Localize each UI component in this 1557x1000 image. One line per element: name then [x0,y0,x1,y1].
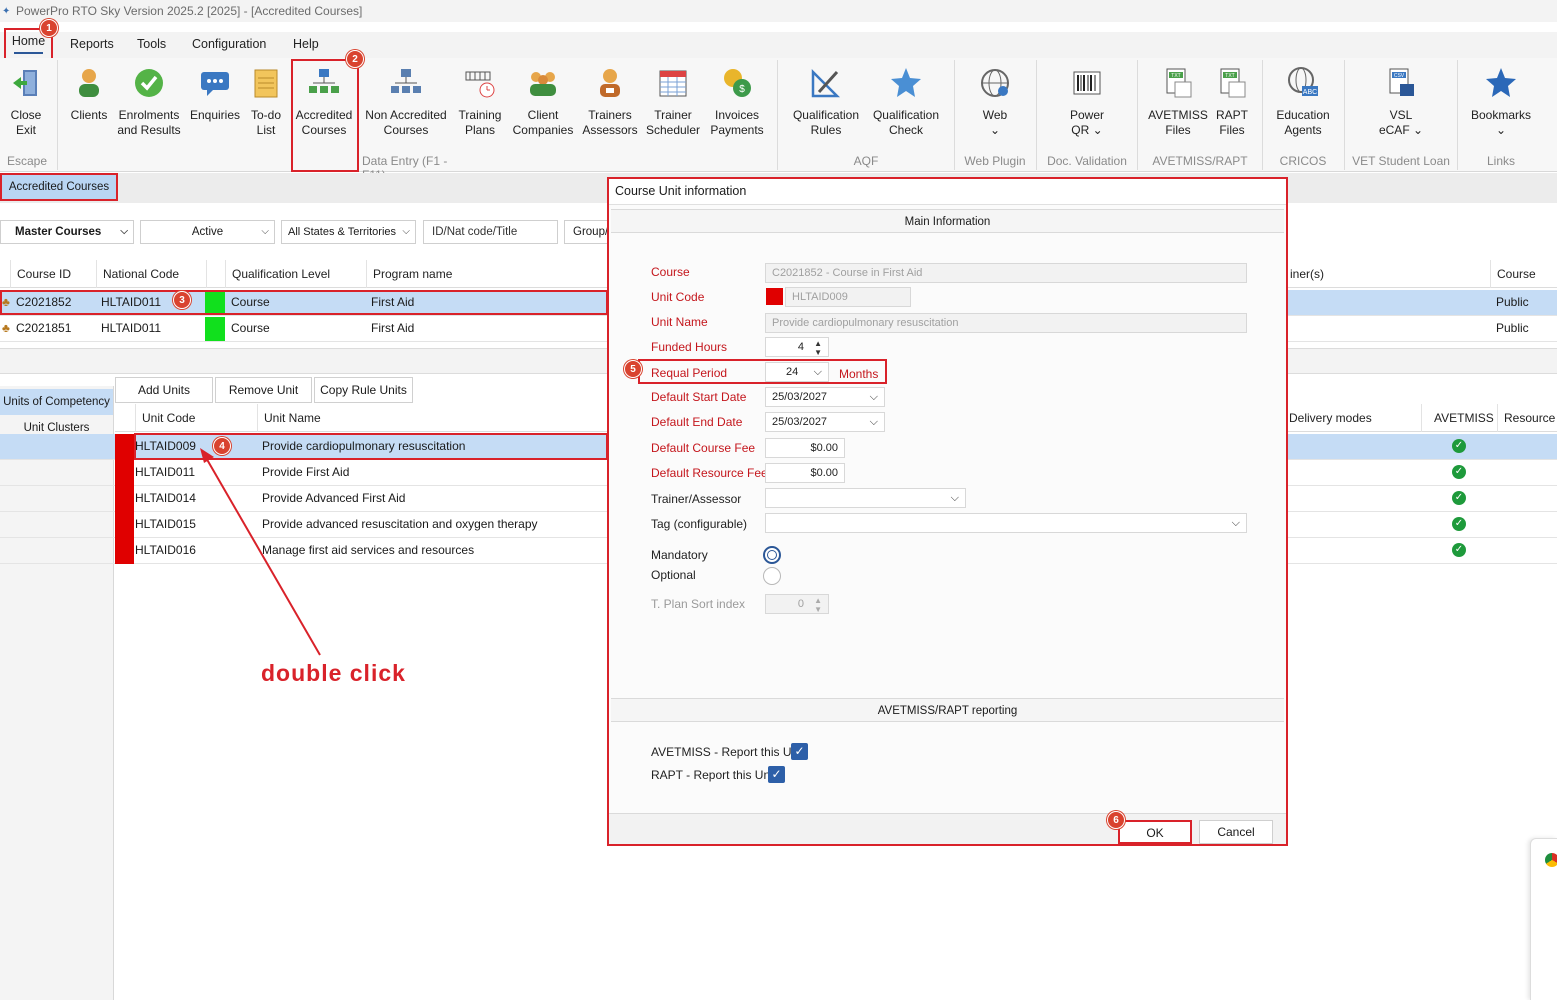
highlight-unit-row [134,433,608,460]
step-badge-6: 6 [1107,811,1125,829]
step-badge-2: 2 [346,50,364,68]
step-badge-4: 4 [213,437,231,455]
highlight-accredited-courses [291,59,359,172]
highlight-requal-period [638,359,887,384]
annotation-arrow [200,448,321,656]
step-badge-5: 5 [624,360,642,378]
step-badge-3: 3 [173,291,191,309]
step-badge-1: 1 [40,19,58,37]
highlight-course-row [0,290,608,315]
